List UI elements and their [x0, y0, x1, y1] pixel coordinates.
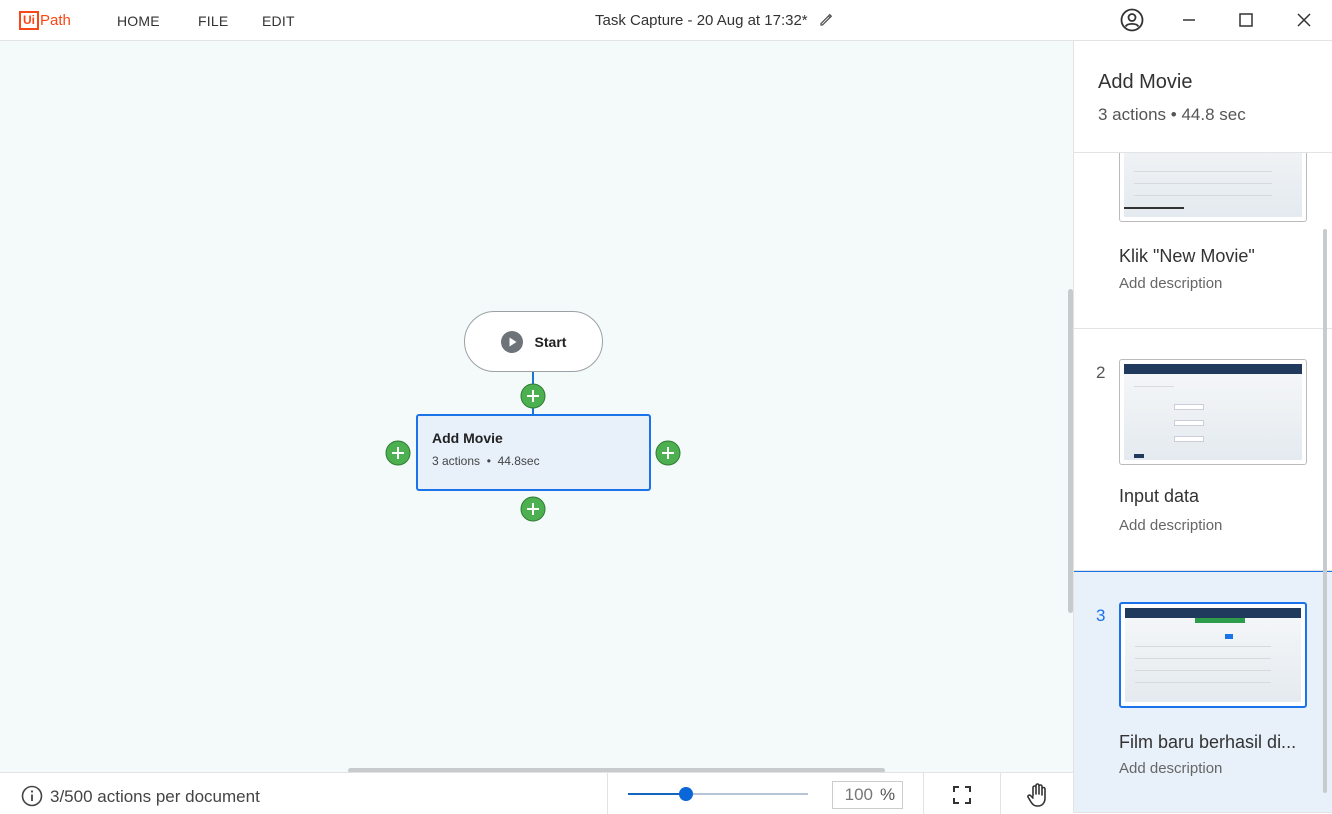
- thumbnail-row: [1174, 420, 1204, 426]
- panel-title: Add Movie: [1098, 71, 1193, 93]
- step-description[interactable]: Add description: [1119, 517, 1222, 534]
- status-divider: [607, 773, 608, 814]
- thumbnail-row: [1134, 171, 1272, 172]
- logo-path-text: Path: [40, 11, 71, 29]
- thumbnail-row: [1225, 634, 1233, 639]
- zoom-slider-thumb[interactable]: [679, 787, 693, 801]
- activity-meta: 3 actions • 44.8sec: [432, 454, 540, 468]
- activity-separator: •: [486, 454, 491, 468]
- thumbnail-header: [1124, 364, 1302, 374]
- step-title[interactable]: Klik "New Movie": [1119, 246, 1309, 267]
- thumbnail-header: [1125, 608, 1301, 618]
- thumbnail-row: [1134, 195, 1272, 196]
- status-divider: [923, 773, 924, 814]
- logo-ui-mark: Ui: [19, 10, 39, 30]
- thumbnail-row: [1135, 658, 1271, 659]
- thumbnail-row: [1135, 670, 1271, 671]
- activity-actions: 3 actions: [432, 454, 481, 468]
- step-description[interactable]: Add description: [1119, 760, 1222, 777]
- pan-hand-icon[interactable]: [1024, 781, 1052, 809]
- step-item-selected[interactable]: 3 Film baru berhasil di... Add descripti…: [1074, 571, 1332, 813]
- zoom-input[interactable]: 100 %: [832, 781, 903, 809]
- panel-header: Add Movie 3 actions • 44.8 sec: [1074, 41, 1332, 153]
- actions-count: 3/500 actions per document: [50, 787, 260, 806]
- thumbnail-row: [1134, 386, 1174, 387]
- menu-edit[interactable]: EDIT: [262, 13, 295, 29]
- zoom-value[interactable]: 100: [833, 785, 873, 805]
- step-number: 2: [1096, 363, 1106, 382]
- close-icon[interactable]: [1292, 8, 1316, 32]
- thumbnail-row: [1124, 207, 1184, 209]
- add-step-below-icon[interactable]: [520, 496, 546, 522]
- activity-node-add-movie[interactable]: Add Movie 3 actions • 44.8sec: [416, 414, 651, 491]
- zoom-slider-fill: [628, 793, 686, 795]
- start-node[interactable]: Start: [464, 311, 603, 372]
- thumbnail-row: [1134, 454, 1144, 458]
- edit-icon[interactable]: [818, 12, 834, 28]
- document-title: Task Capture - 20 Aug at 17:32*: [595, 12, 808, 29]
- start-label: Start: [534, 333, 567, 350]
- add-step-left-icon[interactable]: [385, 440, 411, 466]
- play-icon: [500, 330, 523, 353]
- step-number: 3: [1096, 606, 1106, 625]
- add-step-above-icon[interactable]: [520, 383, 546, 409]
- thumbnail-row: [1195, 618, 1245, 623]
- zoom-slider[interactable]: [628, 787, 808, 801]
- step-title[interactable]: Film baru berhasil di...: [1119, 732, 1309, 753]
- activity-name: Add Movie: [432, 430, 503, 446]
- thumbnail-body: [1124, 374, 1302, 460]
- title-bar: Ui Path HOME FILE EDIT Task Capture - 20 …: [0, 0, 1332, 41]
- activity-duration: 44.8sec: [497, 454, 540, 468]
- step-title[interactable]: Input data: [1119, 486, 1309, 507]
- thumbnail-row: [1174, 404, 1204, 410]
- account-icon[interactable]: [1120, 8, 1144, 32]
- menu-file[interactable]: FILE: [198, 13, 228, 29]
- panel-scrollbar[interactable]: [1323, 229, 1327, 793]
- step-item[interactable]: 2 Input data Add description: [1074, 329, 1332, 571]
- uipath-logo[interactable]: Ui Path: [19, 9, 71, 31]
- thumbnail-row: [1174, 436, 1204, 442]
- step-screenshot-thumbnail[interactable]: [1119, 602, 1307, 708]
- thumbnail-row: [1134, 183, 1272, 184]
- status-divider: [1000, 773, 1001, 814]
- thumbnail-row: [1135, 646, 1271, 647]
- fit-to-screen-icon[interactable]: [951, 784, 973, 806]
- step-screenshot-thumbnail[interactable]: [1119, 359, 1307, 465]
- steps-panel: Add Movie 3 actions • 44.8 sec Klik "New…: [1073, 41, 1332, 813]
- panel-subtitle: 3 actions • 44.8 sec: [1098, 105, 1246, 124]
- thumbnail-row: [1135, 682, 1271, 683]
- maximize-icon[interactable]: [1234, 8, 1258, 32]
- add-step-right-icon[interactable]: [655, 440, 681, 466]
- thumbnail-body: [1125, 618, 1301, 702]
- workflow-canvas[interactable]: Start Add Movie 3 actions • 44.8sec: [0, 41, 1073, 773]
- menu-home[interactable]: HOME: [117, 13, 160, 29]
- minimize-icon[interactable]: [1177, 8, 1201, 32]
- status-bar: 3/500 actions per document 100 %: [0, 772, 1073, 814]
- zoom-unit: %: [880, 785, 896, 804]
- step-description[interactable]: Add description: [1119, 275, 1222, 292]
- info-icon: [21, 785, 43, 807]
